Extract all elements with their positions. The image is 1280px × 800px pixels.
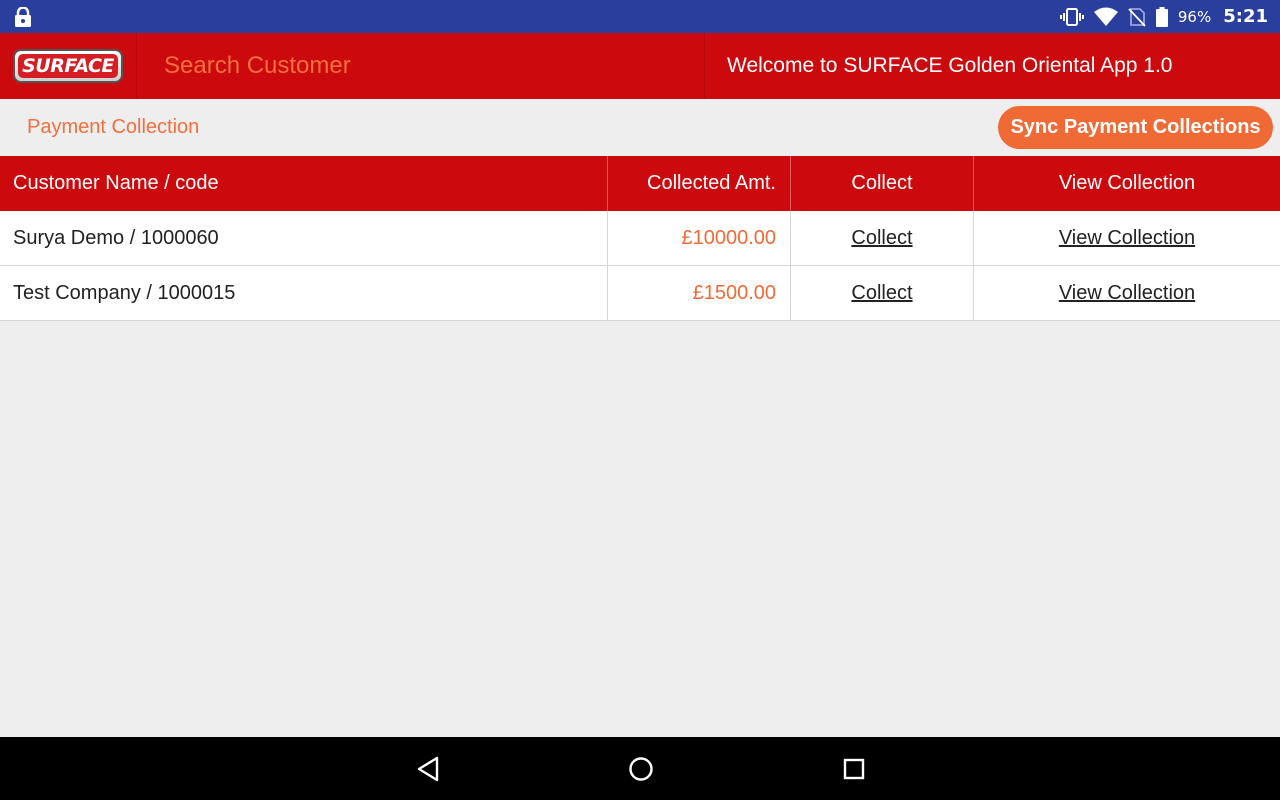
recents-button[interactable] xyxy=(836,751,872,787)
table-row: Surya Demo / 1000060 £10000.00 Collect V… xyxy=(0,211,1280,266)
battery-icon xyxy=(1155,6,1168,27)
table-header-row: Customer Name / code Collected Amt. Coll… xyxy=(0,156,1280,211)
recents-icon xyxy=(843,758,865,780)
search-cell xyxy=(137,33,705,99)
view-collection-link[interactable]: View Collection xyxy=(1059,227,1195,250)
table-row: Test Company / 1000015 £1500.00 Collect … xyxy=(0,266,1280,321)
battery-percent: 96% xyxy=(1177,7,1212,26)
welcome-text: Welcome to SURFACE Golden Oriental App 1… xyxy=(727,54,1173,77)
back-icon xyxy=(417,756,439,782)
logo-cell[interactable]: SURFACE xyxy=(0,33,137,99)
no-sim-icon xyxy=(1128,7,1146,27)
collected-amount: £1500.00 xyxy=(608,266,791,320)
page-title: Payment Collection xyxy=(27,116,200,138)
home-button[interactable] xyxy=(623,751,659,787)
column-header-collect: Collect xyxy=(791,156,974,211)
sync-payment-collections-button[interactable]: Sync Payment Collections xyxy=(998,106,1273,149)
surface-logo: SURFACE xyxy=(13,49,123,83)
collect-cell: Collect xyxy=(791,211,974,265)
customer-name-code: Test Company / 1000015 xyxy=(0,266,608,320)
view-collection-link[interactable]: View Collection xyxy=(1059,282,1195,305)
status-bar: 96% 5:21 xyxy=(0,0,1280,33)
column-header-customer: Customer Name / code xyxy=(0,156,608,211)
view-collection-cell: View Collection xyxy=(974,211,1280,265)
view-collection-cell: View Collection xyxy=(974,266,1280,320)
vibrate-icon xyxy=(1059,7,1084,26)
collect-cell: Collect xyxy=(791,266,974,320)
customer-name-code: Surya Demo / 1000060 xyxy=(0,211,608,265)
collect-link[interactable]: Collect xyxy=(851,282,912,305)
wifi-icon xyxy=(1093,7,1118,26)
back-button[interactable] xyxy=(410,751,446,787)
status-icons: 96% 5:21 xyxy=(1059,0,1268,33)
logo-text: SURFACE xyxy=(22,55,114,77)
logo-badge: SURFACE xyxy=(18,54,118,78)
amount-value: £1500.00 xyxy=(692,281,776,304)
column-header-collected-amount: Collected Amt. xyxy=(608,156,791,211)
navigation-bar xyxy=(0,737,1280,800)
collected-amount: £10000.00 xyxy=(608,211,791,265)
lock-icon xyxy=(15,7,31,27)
clock: 5:21 xyxy=(1223,6,1268,27)
amount-value: £10000.00 xyxy=(681,226,776,249)
column-header-view-collection: View Collection xyxy=(1058,172,1196,194)
payment-collection-table: Customer Name / code Collected Amt. Coll… xyxy=(0,156,1280,321)
search-customer-input[interactable] xyxy=(164,52,684,80)
sub-header: Payment Collection Sync Payment Collecti… xyxy=(0,99,1280,156)
app-bar: SURFACE Welcome to SURFACE Golden Orient… xyxy=(0,33,1280,99)
collect-link[interactable]: Collect xyxy=(851,227,912,250)
home-icon xyxy=(629,757,653,781)
